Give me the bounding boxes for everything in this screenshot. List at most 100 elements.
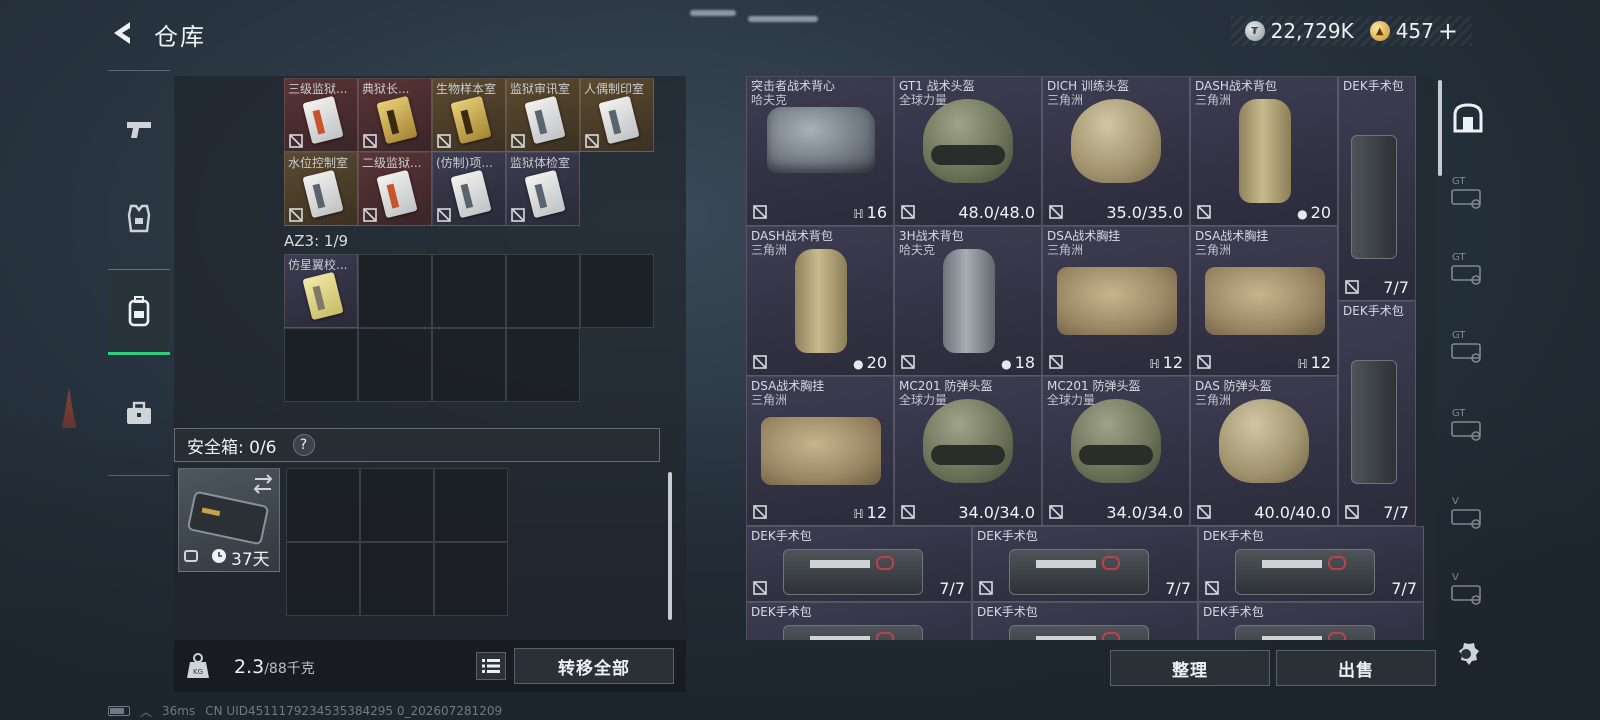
az3-empty-slot[interactable] bbox=[432, 254, 506, 328]
keycard-name: (仿制)项... bbox=[436, 156, 493, 170]
weight-max: /88千克 bbox=[264, 661, 315, 677]
item-value: 7/7 bbox=[1383, 503, 1409, 522]
keycard-slot[interactable]: 三级监狱... bbox=[284, 78, 358, 152]
inventory-item[interactable]: DASH战术背包 三角洲 ● 20 bbox=[746, 226, 894, 376]
item-name: DASH战术背包 bbox=[1195, 79, 1277, 93]
list-view-button[interactable] bbox=[476, 652, 506, 680]
keycard-slot[interactable]: 生物样本室 bbox=[432, 78, 506, 152]
medkit-item[interactable]: DEK手术包 7/7 bbox=[1338, 76, 1416, 301]
svg-text:KG: KG bbox=[193, 668, 203, 676]
item-value-text: 34.0/34.0 bbox=[958, 503, 1035, 522]
medkit-item[interactable]: DEK手术包 7/7 bbox=[746, 526, 972, 602]
inventory-item[interactable]: 突击者战术背心 哈夫克 ℍ 16 bbox=[746, 76, 894, 226]
toolbox-icon bbox=[127, 401, 151, 424]
sort-button[interactable]: 整理 bbox=[1110, 650, 1270, 686]
item-faction: 三角洲 bbox=[1047, 93, 1084, 107]
no-trade-icon bbox=[1197, 205, 1211, 219]
safe-box-slot[interactable] bbox=[434, 542, 508, 616]
inventory-item[interactable]: MC201 防弹头盔 全球力量 34.0/34.0 bbox=[894, 376, 1042, 526]
tab-toolbox[interactable] bbox=[108, 371, 170, 457]
tab-weapons[interactable] bbox=[108, 87, 170, 173]
keycard-slot[interactable]: 典狱长... bbox=[358, 78, 432, 152]
keycard-image bbox=[450, 95, 492, 145]
keycard-slot[interactable]: (仿制)项... bbox=[432, 152, 506, 226]
category-tab[interactable] bbox=[1448, 98, 1488, 138]
item-faction: 三角洲 bbox=[751, 243, 788, 257]
keycard-image bbox=[302, 169, 344, 219]
keycard-slot[interactable]: 人偶制印室 bbox=[580, 78, 654, 152]
tab-backpack[interactable] bbox=[108, 269, 170, 355]
inventory-item[interactable]: DSA战术胸挂 三角洲 ℍ 12 bbox=[1190, 226, 1338, 376]
backpack-icon bbox=[128, 296, 150, 327]
transfer-all-button[interactable]: 转移全部 bbox=[514, 648, 674, 684]
settings-button[interactable] bbox=[1448, 636, 1484, 672]
category-tab[interactable]: GT bbox=[1448, 330, 1488, 370]
category-tab[interactable]: GT bbox=[1448, 176, 1488, 216]
safe-box-slot[interactable] bbox=[286, 468, 360, 542]
inventory-item[interactable]: DASH战术背包 三角洲 ● 20 bbox=[1190, 76, 1338, 226]
az3-empty-slot[interactable] bbox=[284, 328, 358, 402]
az3-empty-slot[interactable] bbox=[358, 254, 432, 328]
safe-box-slot[interactable] bbox=[360, 468, 434, 542]
inventory-item[interactable]: 3H战术背包 哈夫克 ● 18 bbox=[894, 226, 1042, 376]
currency-bar: ₮ 22,729K ▲ 457 + bbox=[1230, 16, 1472, 46]
no-trade-icon bbox=[1345, 280, 1359, 294]
medkit-item[interactable]: DEK手术包 bbox=[746, 602, 972, 640]
item-value-text: 20 bbox=[866, 353, 887, 372]
inventory-item[interactable]: DSA战术胸挂 三角洲 ℍ 12 bbox=[746, 376, 894, 526]
left-scrollbar[interactable] bbox=[668, 472, 672, 620]
keycard-slot[interactable]: 二级监狱... bbox=[358, 152, 432, 226]
safe-box-duration: 37天 bbox=[231, 550, 270, 570]
az3-empty-slot[interactable] bbox=[358, 328, 432, 402]
keycard-slot[interactable]: 水位控制室 bbox=[284, 152, 358, 226]
inventory-item[interactable]: DICH 训练头盔 三角洲 35.0/35.0 bbox=[1042, 76, 1190, 226]
tab-armor[interactable] bbox=[108, 175, 170, 261]
az3-item-slot[interactable]: 仿星翼校... bbox=[284, 254, 358, 328]
item-image bbox=[1219, 399, 1309, 483]
item-value-text: 34.0/34.0 bbox=[1106, 503, 1183, 522]
gear-icon bbox=[1459, 640, 1479, 665]
all-items-icon bbox=[1453, 103, 1483, 133]
safe-box-case[interactable]: 37天 bbox=[178, 468, 280, 572]
item-name: DEK手术包 bbox=[751, 605, 812, 619]
item-value: ● 20 bbox=[853, 353, 887, 372]
keycard-name: 二级监狱... bbox=[362, 156, 422, 170]
az3-empty-slot[interactable] bbox=[580, 254, 654, 328]
item-value: ● 20 bbox=[1297, 203, 1331, 222]
no-trade-icon bbox=[901, 355, 915, 369]
medkit-item[interactable]: DEK手术包 7/7 bbox=[1338, 301, 1416, 526]
keycard-slot[interactable]: 监狱审讯室 bbox=[506, 78, 580, 152]
category-tab[interactable]: V bbox=[1448, 572, 1488, 612]
item-name: DICH 训练头盔 bbox=[1047, 79, 1129, 93]
item-value: 34.0/34.0 bbox=[1106, 503, 1183, 522]
medkit-item[interactable]: DEK手术包 7/7 bbox=[1198, 526, 1424, 602]
back-button[interactable] bbox=[108, 18, 138, 48]
az3-empty-slot[interactable] bbox=[506, 328, 580, 402]
medkit-item[interactable]: DEK手术包 bbox=[972, 602, 1198, 640]
safe-box-slot[interactable] bbox=[360, 542, 434, 616]
no-trade-icon bbox=[1049, 205, 1063, 219]
add-currency-button[interactable]: + bbox=[1438, 19, 1458, 43]
inventory-item[interactable]: GT1 战术头盔 全球力量 48.0/48.0 bbox=[894, 76, 1042, 226]
keycard-name: 生物样本室 bbox=[436, 82, 497, 96]
medkit-item[interactable]: DEK手术包 7/7 bbox=[972, 526, 1198, 602]
inventory-item[interactable]: DAS 防弹头盔 三角洲 40.0/40.0 bbox=[1190, 376, 1338, 526]
keycard-slot[interactable]: 监狱体检室 bbox=[506, 152, 580, 226]
safe-box-slot[interactable] bbox=[434, 468, 508, 542]
category-tab[interactable]: V bbox=[1448, 496, 1488, 536]
keycard-image bbox=[450, 169, 492, 219]
category-tab[interactable]: GT bbox=[1448, 408, 1488, 448]
sell-button[interactable]: 出售 bbox=[1276, 650, 1436, 686]
keycard-image bbox=[524, 95, 566, 145]
safe-box-slot[interactable] bbox=[286, 542, 360, 616]
medkit-image bbox=[1351, 360, 1397, 484]
help-button[interactable]: ? bbox=[292, 434, 315, 456]
category-tab[interactable]: GT bbox=[1448, 252, 1488, 292]
medkit-image bbox=[783, 625, 923, 640]
medkit-item[interactable]: DEK手术包 bbox=[1198, 602, 1424, 640]
az3-empty-slot[interactable] bbox=[432, 328, 506, 402]
az3-empty-slot[interactable] bbox=[506, 254, 580, 328]
inventory-item[interactable]: MC201 防弹头盔 全球力量 34.0/34.0 bbox=[1042, 376, 1190, 526]
tab-label: GT bbox=[1452, 330, 1466, 341]
inventory-item[interactable]: DSA战术胸挂 三角洲 ℍ 12 bbox=[1042, 226, 1190, 376]
